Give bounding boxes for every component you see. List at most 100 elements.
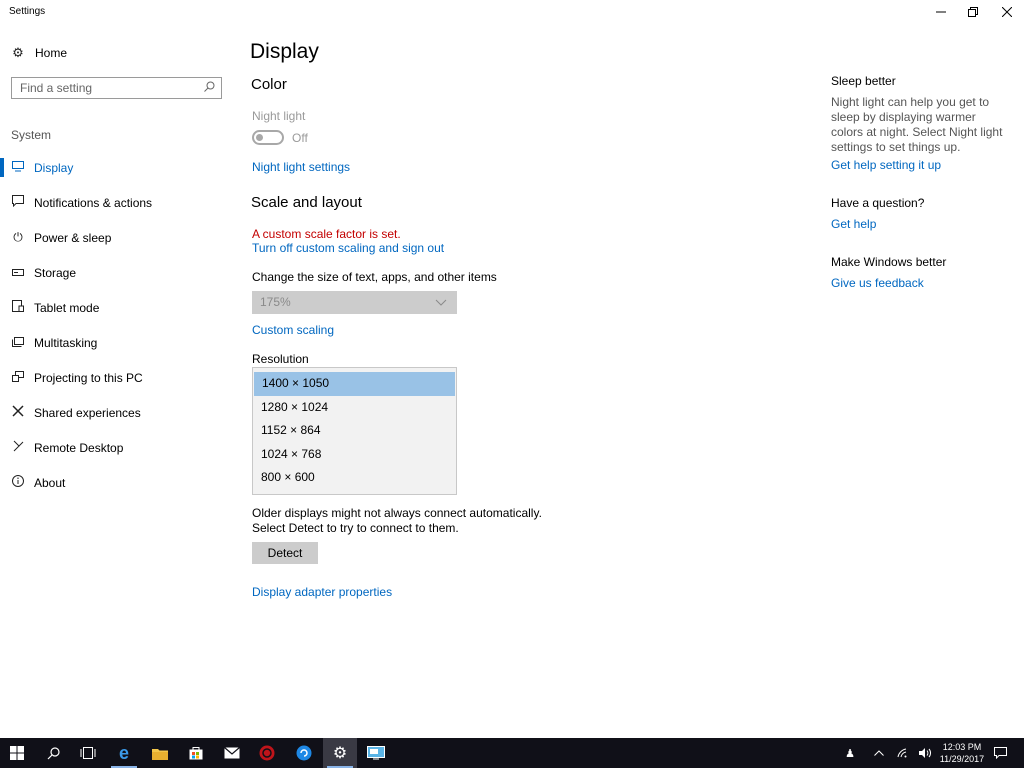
app-button[interactable] [287,738,321,768]
night-light-settings-link[interactable]: Night light settings [252,160,350,174]
feedback-heading: Make Windows better [831,255,947,269]
sidebar-item-shared-experiences[interactable]: Shared experiences [0,395,230,430]
page-title: Display [250,40,319,63]
sidebar-item-tablet-mode[interactable]: Tablet mode [0,290,230,325]
scale-value: 175% [260,295,291,309]
sidebar-item-projecting[interactable]: Projecting to this PC [0,360,230,395]
color-heading: Color [251,76,287,93]
taskbar: e ⚙ ♟ 12:03 PM 11/29/2017 [0,738,1024,768]
sidebar-item-label: Display [34,160,74,175]
minimize-button[interactable] [924,0,958,24]
night-light-toggle[interactable] [252,130,284,145]
size-label: Change the size of text, apps, and other… [252,270,497,284]
custom-scaling-link[interactable]: Custom scaling [252,323,334,337]
sidebar-item-label: About [34,475,66,490]
show-hidden-icons-button[interactable] [870,738,888,768]
gear-icon: ⚙ [332,745,348,762]
store-icon [189,747,203,760]
shield-icon [259,745,275,761]
mail-icon [224,747,240,759]
search-box[interactable] [11,77,222,99]
related-panel: Sleep better Night light can help you ge… [831,74,1011,314]
folder-icon [152,748,168,760]
scale-dropdown[interactable]: 175% [252,291,457,314]
question-section: Have a question? Get help [831,196,1011,231]
chevron-up-icon [874,750,884,756]
multitasking-icon [11,336,25,350]
get-help-setting-link[interactable]: Get help setting it up [831,158,1011,172]
older-displays-text: Older displays might not always connect … [252,506,542,535]
home-nav-item[interactable]: ⚙ Home [11,45,67,61]
restore-button[interactable] [956,0,990,24]
gear-icon: ⚙ [12,45,24,60]
sidebar-item-multitasking[interactable]: Multitasking [0,325,230,360]
resolution-dropdown-list[interactable]: 1400 × 1050 1280 × 1024 1152 × 864 1024 … [252,367,457,495]
clock[interactable]: 12:03 PM 11/29/2017 [932,741,992,765]
remote-desktop-taskbar-button[interactable] [359,738,393,768]
scale-heading: Scale and layout [251,194,362,211]
search-icon[interactable] [204,81,215,95]
settings-taskbar-button[interactable]: ⚙ [323,738,357,768]
section-label-system: System [11,128,52,142]
security-app-button[interactable] [250,738,284,768]
question-heading: Have a question? [831,196,925,210]
mail-button[interactable] [215,738,249,768]
chevron-down-icon [435,291,447,323]
sidebar-item-label: Projecting to this PC [34,370,143,385]
storage-icon [11,266,25,280]
resolution-option[interactable]: 1280 × 1024 [253,396,456,420]
monitor-icon [11,160,25,175]
close-icon [1002,7,1012,17]
close-button[interactable] [990,0,1024,24]
turn-off-custom-scaling-link[interactable]: Turn off custom scaling and sign out [252,241,444,255]
feedback-section: Make Windows better Give us feedback [831,255,1011,290]
sidebar-item-label: Power & sleep [34,230,112,245]
sidebar-item-notifications[interactable]: Notifications & actions [0,185,230,220]
detect-button[interactable]: Detect [252,542,318,564]
windows-logo-icon [10,746,24,760]
start-button[interactable] [0,738,34,768]
action-center-button[interactable] [992,738,1008,768]
get-help-link[interactable]: Get help [831,217,1011,231]
window-title: Settings [9,6,46,17]
people-icon: ♟ [845,747,855,760]
remote-desktop-icon [367,746,385,760]
resolution-option[interactable]: 800 × 600 [253,466,456,490]
people-button[interactable]: ♟ [840,738,860,768]
refresh-app-icon [296,745,312,761]
edge-taskbar-button[interactable]: e [107,738,141,768]
sidebar-item-label: Notifications & actions [34,195,153,210]
minimize-icon [936,11,946,13]
give-feedback-link[interactable]: Give us feedback [831,276,1011,290]
task-view-button[interactable] [71,738,105,768]
search-input[interactable] [12,78,192,98]
display-adapter-properties-link[interactable]: Display adapter properties [252,585,392,599]
resolution-option[interactable]: 1024 × 768 [253,443,456,467]
network-button[interactable] [894,738,912,768]
file-explorer-button[interactable] [143,738,177,768]
network-icon [897,748,906,758]
search-taskbar-button[interactable] [36,738,70,768]
notification-icon [11,195,25,210]
resolution-option[interactable]: 1152 × 864 [253,419,456,443]
edge-icon: e [118,742,129,763]
power-icon: ⏻ [13,230,23,244]
remote-desktop-icon [11,440,25,455]
home-label: Home [35,46,68,60]
sidebar-nav: Display Notifications & actions ⏻ Power … [0,150,230,500]
sidebar-item-about[interactable]: About [0,465,230,500]
sidebar-item-remote-desktop[interactable]: Remote Desktop [0,430,230,465]
sleep-better-section: Sleep better Night light can help you ge… [831,74,1011,172]
tablet-icon [11,300,25,315]
sleep-better-heading: Sleep better [831,74,896,88]
store-button[interactable] [179,738,213,768]
task-view-icon [80,747,96,759]
sidebar-item-storage[interactable]: Storage [0,255,230,290]
search-icon [47,746,60,759]
title-bar: Settings [0,0,1024,30]
sidebar-item-display[interactable]: Display [0,150,230,185]
sidebar-item-power-sleep[interactable]: ⏻ Power & sleep [0,220,230,255]
resolution-option-selected[interactable]: 1400 × 1050 [254,372,455,396]
shared-icon [11,405,25,420]
clock-date: 11/29/2017 [939,754,985,764]
